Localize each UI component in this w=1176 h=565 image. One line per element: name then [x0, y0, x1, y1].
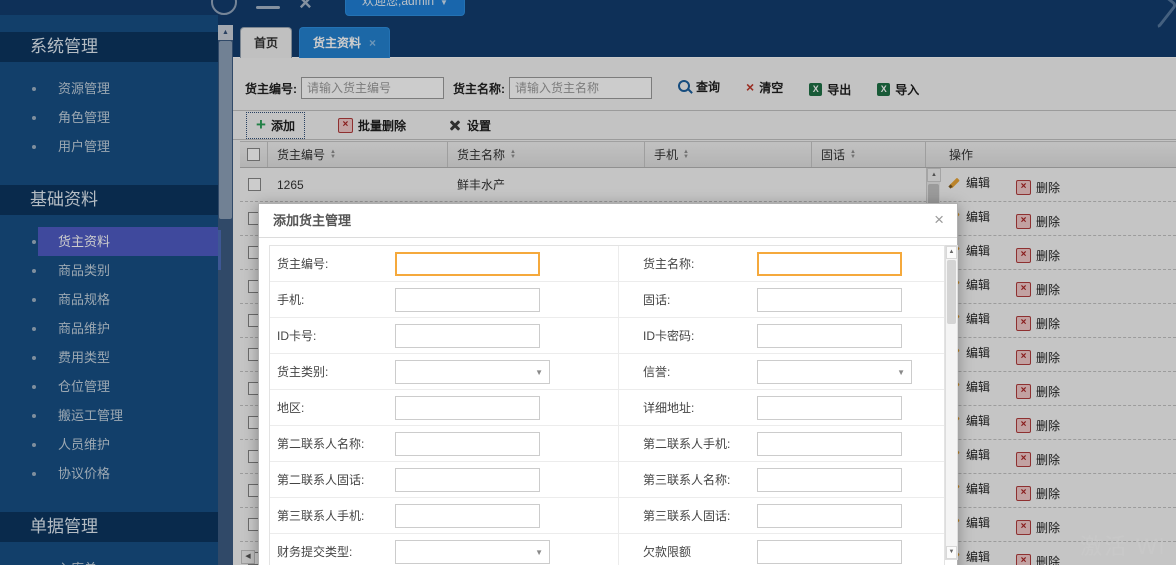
- form-row: 货主编号: 货主名称:: [270, 246, 944, 282]
- form-row: 第三联系人手机: 第三联系人固话:: [270, 498, 944, 534]
- field-label: 欠款限额: [618, 543, 748, 560]
- modal-input[interactable]: [395, 252, 540, 276]
- dialog-title: 添加货主管理: [259, 204, 957, 238]
- field-cell: [748, 396, 944, 420]
- chevron-down-icon: ▼: [535, 368, 543, 377]
- field-cell: [395, 252, 618, 276]
- modal-select[interactable]: ▼: [395, 360, 550, 384]
- field-cell: [395, 288, 618, 312]
- form-row: 第二联系人名称: 第二联系人手机:: [270, 426, 944, 462]
- form-row: ID卡号: ID卡密码:: [270, 318, 944, 354]
- field-cell: [748, 540, 944, 564]
- field-cell: [748, 252, 944, 276]
- modal-input[interactable]: [757, 504, 902, 528]
- field-label: 货主类别:: [270, 363, 395, 380]
- scroll-down-icon[interactable]: ▼: [946, 546, 957, 559]
- field-label: 货主名称:: [618, 255, 748, 272]
- form-row: 第二联系人固话: 第三联系人名称:: [270, 462, 944, 498]
- field-label: 详细地址:: [618, 399, 748, 416]
- modal-select[interactable]: ▼: [395, 540, 550, 564]
- modal-input[interactable]: [395, 432, 540, 456]
- modal-input[interactable]: [395, 324, 540, 348]
- modal-input[interactable]: [757, 252, 902, 276]
- field-cell: [748, 468, 944, 492]
- chevron-down-icon: ▼: [897, 368, 905, 377]
- field-cell: [395, 504, 618, 528]
- field-label: 第三联系人固话:: [618, 507, 748, 524]
- field-cell: ▼: [395, 540, 618, 564]
- field-cell: ▼: [748, 360, 944, 384]
- scrollbar-thumb[interactable]: [947, 260, 956, 324]
- field-cell: [748, 432, 944, 456]
- field-label: 固话:: [618, 291, 748, 308]
- modal-input[interactable]: [757, 396, 902, 420]
- field-cell: [395, 396, 618, 420]
- modal-input[interactable]: [757, 540, 902, 564]
- screen: × 欢迎您,admin▼ 系统管理资源管理角色管理用户管理基础资料货主资料商品类…: [0, 0, 1176, 565]
- modal-input[interactable]: [395, 288, 540, 312]
- field-cell: ▼: [395, 360, 618, 384]
- field-cell: [748, 504, 944, 528]
- field-label: 财务提交类型:: [270, 543, 395, 560]
- field-cell: [748, 288, 944, 312]
- field-label: 地区:: [270, 399, 395, 416]
- dialog-scrollbar[interactable]: ▲ ▼: [945, 245, 958, 560]
- field-label: 第三联系人名称:: [618, 471, 748, 488]
- form-row: 地区: 详细地址:: [270, 390, 944, 426]
- scroll-up-icon[interactable]: ▲: [946, 246, 957, 259]
- field-cell: [395, 324, 618, 348]
- form-row: 货主类别: ▼ 信誉: ▼: [270, 354, 944, 390]
- field-label: 手机:: [270, 291, 395, 308]
- field-cell: [395, 432, 618, 456]
- field-label: ID卡号:: [270, 327, 395, 344]
- chevron-down-icon: ▼: [535, 548, 543, 557]
- field-label: 第二联系人名称:: [270, 435, 395, 452]
- form-row: 手机: 固话:: [270, 282, 944, 318]
- modal-input[interactable]: [757, 288, 902, 312]
- modal-input[interactable]: [757, 432, 902, 456]
- add-owner-dialog: 添加货主管理 × 货主编号: 货主名称: 手机: 固话: ID卡号: ID卡密码: 货主类别…: [258, 203, 958, 565]
- dialog-form: 货主编号: 货主名称: 手机: 固话: ID卡号: ID卡密码: 货主类别: ▼ 信誉: ▼ 地区:…: [269, 245, 945, 565]
- field-label: 货主编号:: [270, 255, 395, 272]
- field-cell: [395, 468, 618, 492]
- field-label: 第二联系人手机:: [618, 435, 748, 452]
- field-cell: [748, 324, 944, 348]
- modal-input[interactable]: [757, 324, 902, 348]
- field-label: 第二联系人固话:: [270, 471, 395, 488]
- modal-select[interactable]: ▼: [757, 360, 912, 384]
- close-icon[interactable]: ×: [934, 212, 944, 228]
- modal-input[interactable]: [395, 468, 540, 492]
- field-label: ID卡密码:: [618, 327, 748, 344]
- form-row: 财务提交类型: ▼ 欠款限额: [270, 534, 944, 565]
- modal-input[interactable]: [757, 468, 902, 492]
- field-label: 信誉:: [618, 363, 748, 380]
- field-label: 第三联系人手机:: [270, 507, 395, 524]
- modal-input[interactable]: [395, 396, 540, 420]
- modal-input[interactable]: [395, 504, 540, 528]
